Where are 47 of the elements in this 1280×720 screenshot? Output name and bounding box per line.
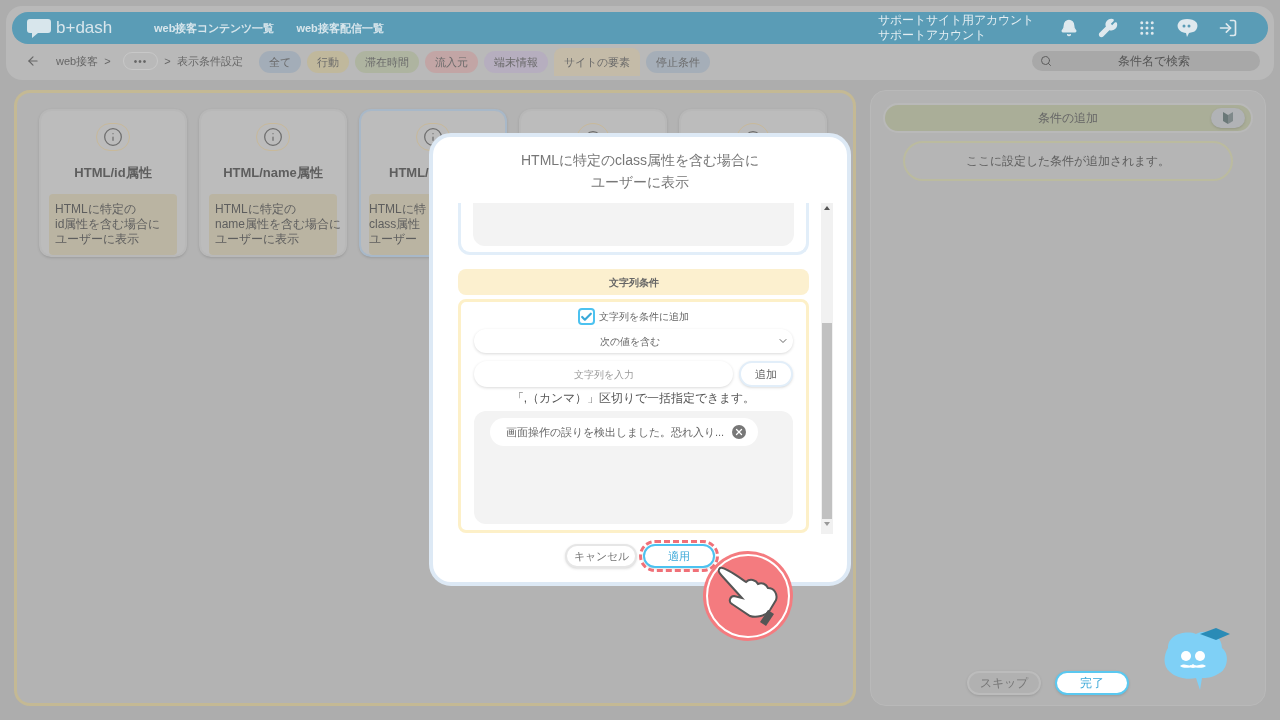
filter-tab[interactable]: 全て — [258, 51, 301, 73]
remove-tag-button[interactable] — [732, 425, 747, 439]
condition-card[interactable]: HTML/name属性 HTMLに特定の name属性を含む場合に ユーザーに表示 — [199, 109, 347, 257]
filter-tab[interactable]: サイトの要素 — [553, 48, 640, 76]
done-button[interactable]: 完了 — [1055, 671, 1129, 695]
account-name: サポートアカウント — [878, 28, 987, 43]
card-title: HTML/name属性 — [223, 163, 323, 182]
notification-icon[interactable] — [1060, 19, 1078, 37]
dialog-title: HTMLに特定のclass属性を含む場合に ユーザーに表示 — [520, 151, 760, 192]
card-title: HTML/id属性 — [74, 163, 152, 182]
section-header: 文字列条件 — [458, 269, 809, 295]
account-name: サポートサイト用アカウント — [878, 13, 1034, 28]
back-icon[interactable] — [26, 54, 40, 68]
beginner-mark-button[interactable] — [1211, 108, 1245, 128]
comma-hint: 「,（カンマ）」区切りで一括指定できます。 — [511, 390, 756, 407]
condition-card[interactable]: HTML/id属性 HTMLに特定の id属性を含む場合に ユーザーに表示 — [39, 109, 187, 257]
scrollbar[interactable] — [821, 203, 833, 534]
cancel-button[interactable]: キャンセル — [565, 544, 637, 568]
breadcrumb-item: > — [104, 53, 111, 69]
breadcrumb-item[interactable]: 表示条件設定 — [176, 52, 243, 70]
speech-bubble-icon — [26, 17, 52, 39]
beginner-mark-icon — [1223, 112, 1233, 124]
filter-tab[interactable]: 流入元 — [424, 51, 478, 73]
card-description: HTMLに特定の id属性を含む場合に ユーザーに表示 — [49, 194, 177, 255]
breadcrumb-item[interactable]: web接客 — [56, 52, 99, 70]
add-button[interactable]: 追加 — [739, 361, 793, 387]
app-grid-icon[interactable] — [1138, 19, 1156, 37]
side-title: 条件の追加 — [1038, 110, 1098, 127]
checkbox[interactable] — [578, 308, 595, 325]
nav-link[interactable]: web接客コンテンツ一覧 — [154, 19, 275, 37]
string-input[interactable]: 文字列を入力 — [474, 361, 733, 387]
filter-tab[interactable]: 端末情報 — [483, 51, 548, 73]
nav-link[interactable]: web接客配信一覧 — [296, 19, 384, 37]
wrench-icon[interactable] — [1098, 18, 1118, 38]
match-select[interactable]: 次の値を含む — [474, 329, 793, 353]
search-icon — [1040, 55, 1052, 67]
filter-tab[interactable]: 滞在時間 — [354, 51, 419, 73]
card-title: HTML/ — [388, 163, 429, 182]
filter-tab[interactable]: 行動 — [306, 51, 349, 73]
breadcrumb-item: > — [164, 53, 171, 69]
logo[interactable]: b+dash — [26, 15, 146, 41]
string-tag: 画面操作の誤りを検出しました。恐れ入り... — [490, 418, 759, 446]
string-condition-checkbox[interactable]: 文字列を条件に追加 — [578, 308, 689, 325]
placeholder-card: ここに設定した条件が追加されます。 — [903, 141, 1233, 181]
search-field[interactable]: 条件名で検索 — [1032, 51, 1260, 71]
logout-icon[interactable] — [1218, 18, 1238, 38]
mascot-icon[interactable] — [1176, 18, 1198, 38]
